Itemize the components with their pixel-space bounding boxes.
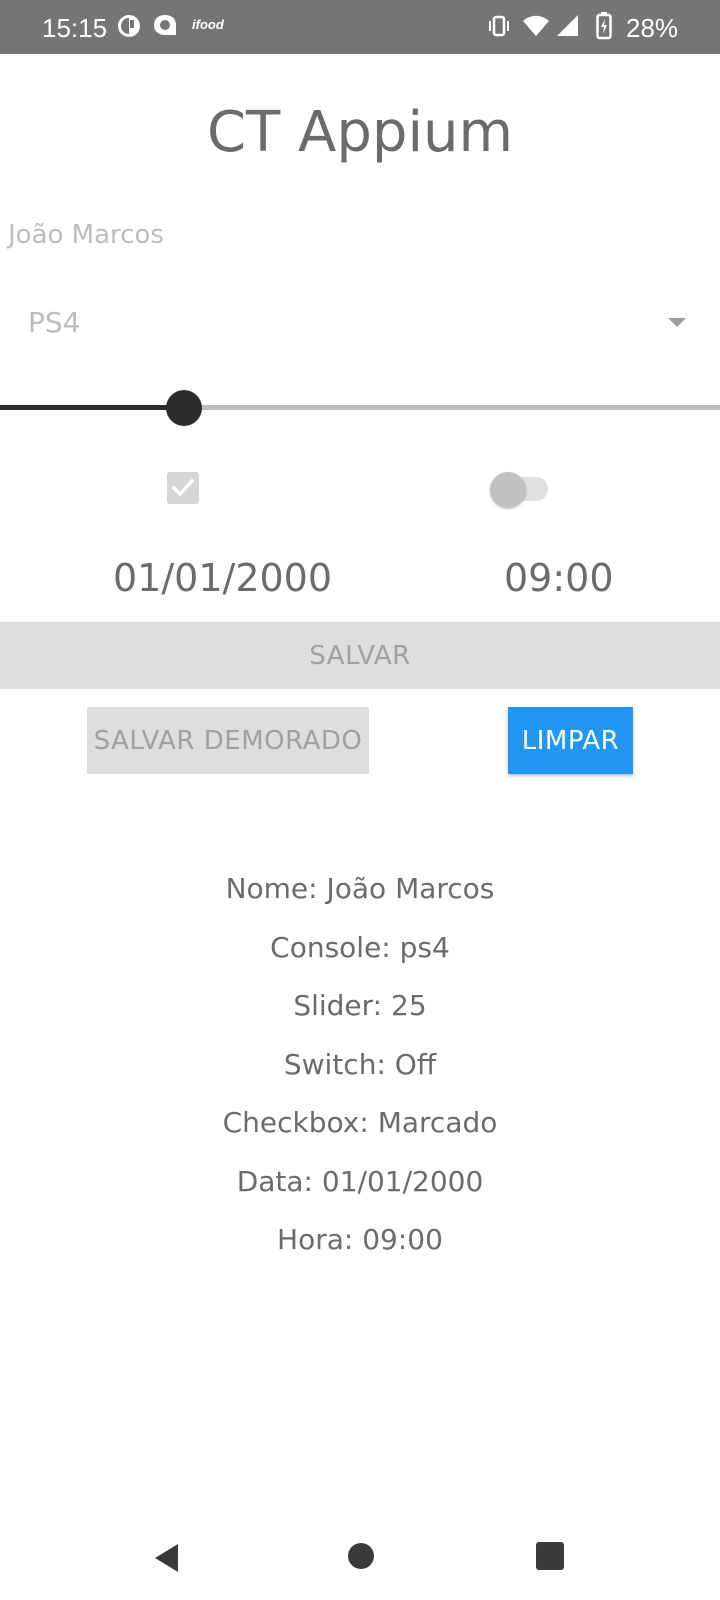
results-panel: Nome: João Marcos Console: ps4 Slider: 2… <box>0 860 720 1270</box>
result-name: Nome: João Marcos <box>225 872 495 905</box>
result-checkbox: Checkbox: Marcado <box>222 1106 498 1139</box>
result-slider: Slider: 25 <box>293 989 427 1022</box>
dropdown-arrow-icon <box>668 318 686 327</box>
status-bar: 15:15 ifood 28% <box>0 0 720 54</box>
time-picker-text[interactable]: 09:00 <box>504 556 614 600</box>
slider-thumb[interactable] <box>166 390 202 426</box>
chat-notification-icon <box>154 15 176 35</box>
navigation-bar <box>0 1520 720 1600</box>
ifood-notification-icon: ifood <box>192 17 224 32</box>
name-input[interactable]: João Marcos <box>8 220 164 250</box>
back-icon[interactable] <box>152 1542 182 1574</box>
date-picker-text[interactable]: 01/01/2000 <box>113 556 332 600</box>
slider-track <box>184 405 720 410</box>
result-switch: Switch: Off <box>283 1047 437 1081</box>
battery-charging-icon <box>596 12 612 40</box>
clear-button[interactable]: LIMPAR <box>508 707 633 774</box>
vibrate-icon <box>489 15 509 37</box>
checkbox[interactable] <box>167 472 199 504</box>
app-title: CT Appium <box>206 100 514 165</box>
save-delayed-button[interactable]: SALVAR DEMORADO <box>87 707 369 774</box>
wifi-icon <box>523 15 549 36</box>
app-notification-icon <box>118 15 140 37</box>
cell-signal-icon <box>557 15 578 36</box>
save-button[interactable]: SALVAR <box>0 622 720 689</box>
console-select-value: PS4 <box>28 306 81 339</box>
switch-thumb <box>490 472 526 508</box>
home-icon[interactable] <box>348 1543 374 1569</box>
battery-percent: 28% <box>626 13 679 43</box>
result-console: Console: ps4 <box>270 930 450 964</box>
result-date: Data: 01/01/2000 <box>236 1164 484 1198</box>
status-time: 15:15 <box>42 13 108 43</box>
slider-track-active <box>0 405 184 410</box>
result-time: Hora: 09:00 <box>277 1223 443 1256</box>
recents-icon[interactable] <box>536 1542 564 1570</box>
checkmark-icon <box>171 478 195 497</box>
